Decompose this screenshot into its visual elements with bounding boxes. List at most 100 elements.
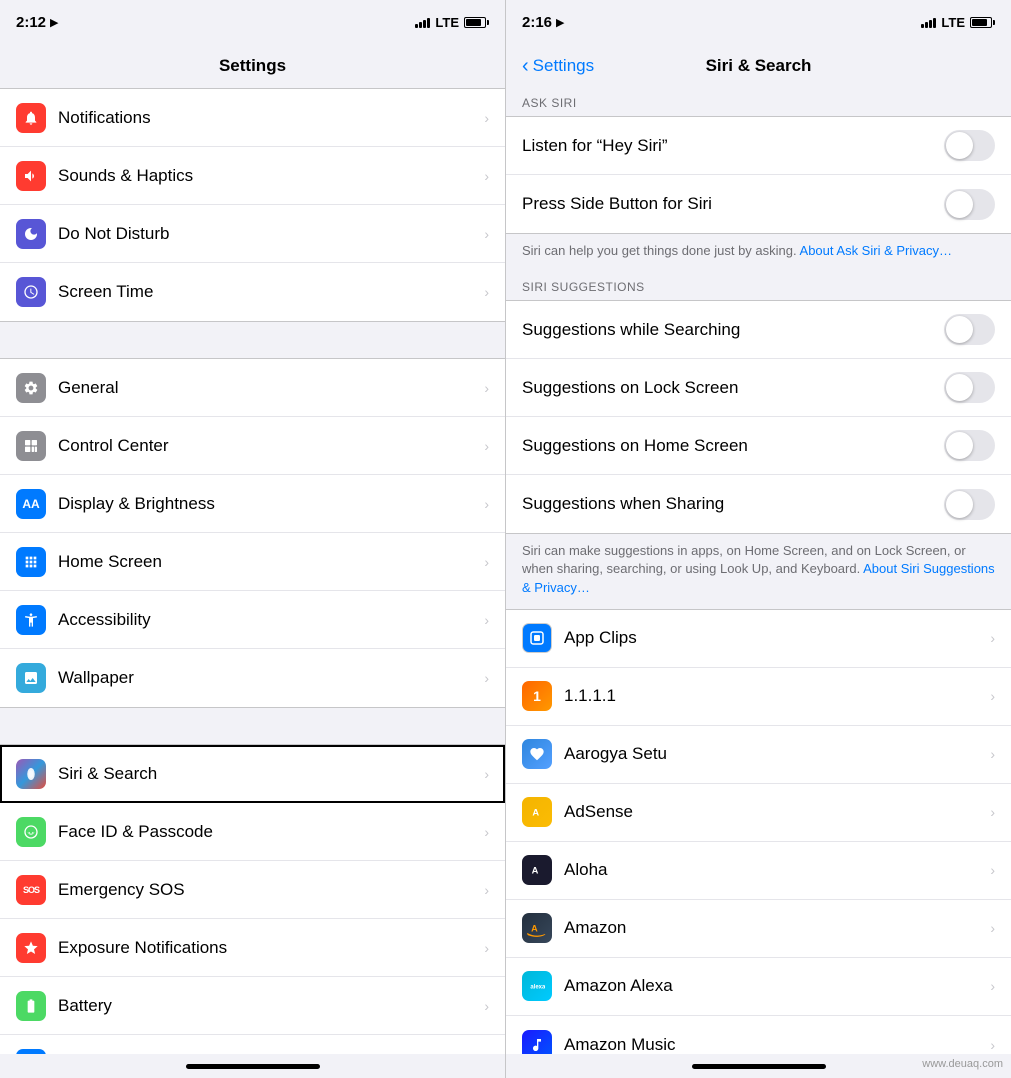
notifications-icon [16,103,46,133]
settings-item-exposure[interactable]: Exposure Notifications › [0,919,505,977]
battery-label: Battery [58,996,484,1016]
settings-group-1: Notifications › Sounds & Haptics › Do No… [0,88,505,322]
suggestion-homescreen-label: Suggestions on Home Screen [522,436,944,456]
1111-label: 1.1.1.1 [564,686,990,706]
settings-item-homescreen[interactable]: Home Screen › [0,533,505,591]
settings-item-privacy[interactable]: Privacy › [0,1035,505,1054]
app-adsense[interactable]: A AdSense › [506,784,1011,842]
suggestion-homescreen-toggle-knob [946,432,973,459]
settings-item-siri[interactable]: Siri & Search › [0,745,505,803]
left-time: 2:12 [16,14,46,31]
lockscreen-label: Suggestions on Lock Screen [522,378,944,398]
settings-item-battery[interactable]: Battery › [0,977,505,1035]
settings-item-screentime[interactable]: Screen Time › [0,263,505,321]
back-button[interactable]: ‹ Settings [522,55,594,78]
1111-chevron: › [990,688,995,704]
appclips-icon [522,623,552,653]
right-panel: 2:16 ▶ LTE ‹ Settings Siri & Search [505,0,1011,1078]
left-status-bar: 2:12 ▶ LTE [0,0,505,44]
battery-icon-item [16,991,46,1021]
appclips-label: App Clips [564,628,990,648]
exposure-icon [16,933,46,963]
signal-bar-r3 [929,20,932,28]
suggestion-homescreen[interactable]: Suggestions on Home Screen [506,417,1011,475]
faceid-icon [16,817,46,847]
right-signal-bars [921,16,936,28]
app-amazon[interactable]: A Amazon › [506,900,1011,958]
suggestion-lockscreen[interactable]: Suggestions on Lock Screen [506,359,1011,417]
settings-item-general[interactable]: General › [0,359,505,417]
left-home-bar [186,1064,320,1069]
adsense-icon: A [522,797,552,827]
exposure-chevron: › [484,940,489,956]
watermark: www.deuaq.com [922,1058,1003,1070]
accessibility-icon [16,605,46,635]
settings-item-controlcenter[interactable]: Control Center › [0,417,505,475]
right-nav-title: Siri & Search [706,56,812,76]
apps-group: App Clips › 1 1.1.1.1 › Aarogya Setu › A [506,609,1011,1054]
signal-bar-r2 [925,22,928,28]
settings-item-sounds[interactable]: Sounds & Haptics › [0,147,505,205]
suggestion-searching[interactable]: Suggestions while Searching [506,301,1011,359]
app-amazonmusic[interactable]: Amazon Music › [506,1016,1011,1054]
screentime-chevron: › [484,284,489,300]
left-nav-title: Settings [219,56,286,76]
searching-label: Suggestions while Searching [522,320,944,340]
sharing-toggle[interactable] [944,489,995,520]
sos-label: Emergency SOS [58,880,484,900]
left-location-icon: ▶ [50,16,58,29]
adsense-chevron: › [990,804,995,820]
settings-item-faceid[interactable]: Face ID & Passcode › [0,803,505,861]
amazonalexa-chevron: › [990,978,995,994]
side-button-label: Press Side Button for Siri [522,194,944,214]
ask-siri-link[interactable]: About Ask Siri & Privacy… [800,243,952,258]
settings-item-wallpaper[interactable]: Wallpaper › [0,649,505,707]
display-icon: AA [16,489,46,519]
hey-siri-toggle[interactable] [944,130,995,161]
aarogya-chevron: › [990,746,995,762]
suggestion-homescreen-toggle[interactable] [944,430,995,461]
suggestion-sharing[interactable]: Suggestions when Sharing [506,475,1011,533]
aloha-icon: A [522,855,552,885]
controlcenter-chevron: › [484,438,489,454]
svg-text:A: A [532,866,539,876]
separator-1 [0,322,505,358]
lockscreen-toggle-knob [946,374,973,401]
privacy-icon [16,1049,46,1054]
lockscreen-toggle[interactable] [944,372,995,403]
popup-hey-siri[interactable]: Listen for “Hey Siri” [506,117,1011,175]
homescreen-label: Home Screen [58,552,484,572]
app-appclips[interactable]: App Clips › [506,610,1011,668]
settings-item-sos[interactable]: SOS Emergency SOS › [0,861,505,919]
settings-group-3: Siri & Search › Face ID & Passcode › SOS… [0,744,505,1054]
settings-item-accessibility[interactable]: Accessibility › [0,591,505,649]
aarogya-icon [522,739,552,769]
side-button-toggle[interactable] [944,189,995,220]
settings-item-notifications[interactable]: Notifications › [0,89,505,147]
popup-card: Listen for “Hey Siri” Press Side Button … [506,117,1011,233]
left-lte-label: LTE [435,15,459,30]
homescreen-icon [16,547,46,577]
dnd-chevron: › [484,226,489,242]
app-aarogya[interactable]: Aarogya Setu › [506,726,1011,784]
searching-toggle[interactable] [944,314,995,345]
settings-item-display[interactable]: AA Display & Brightness › [0,475,505,533]
signal-bar-4 [427,18,430,28]
svg-text:A: A [531,924,538,934]
app-amazonalexa[interactable]: alexa Amazon Alexa › [506,958,1011,1016]
ask-siri-info: Siri can help you get things done just b… [506,234,1011,272]
signal-bar-r4 [933,18,936,28]
right-battery-icon [970,17,995,28]
app-1111[interactable]: 1 1.1.1.1 › [506,668,1011,726]
popup-side-button[interactable]: Press Side Button for Siri [506,175,1011,233]
battery-chevron: › [484,998,489,1014]
amazonmusic-icon [522,1030,552,1054]
svg-text:alexa: alexa [530,985,545,991]
right-lte-label: LTE [941,15,965,30]
sharing-toggle-knob [946,491,973,518]
display-label: Display & Brightness [58,494,484,514]
settings-item-dnd[interactable]: Do Not Disturb › [0,205,505,263]
screentime-label: Screen Time [58,282,484,302]
app-aloha[interactable]: A Aloha › [506,842,1011,900]
screentime-icon [16,277,46,307]
